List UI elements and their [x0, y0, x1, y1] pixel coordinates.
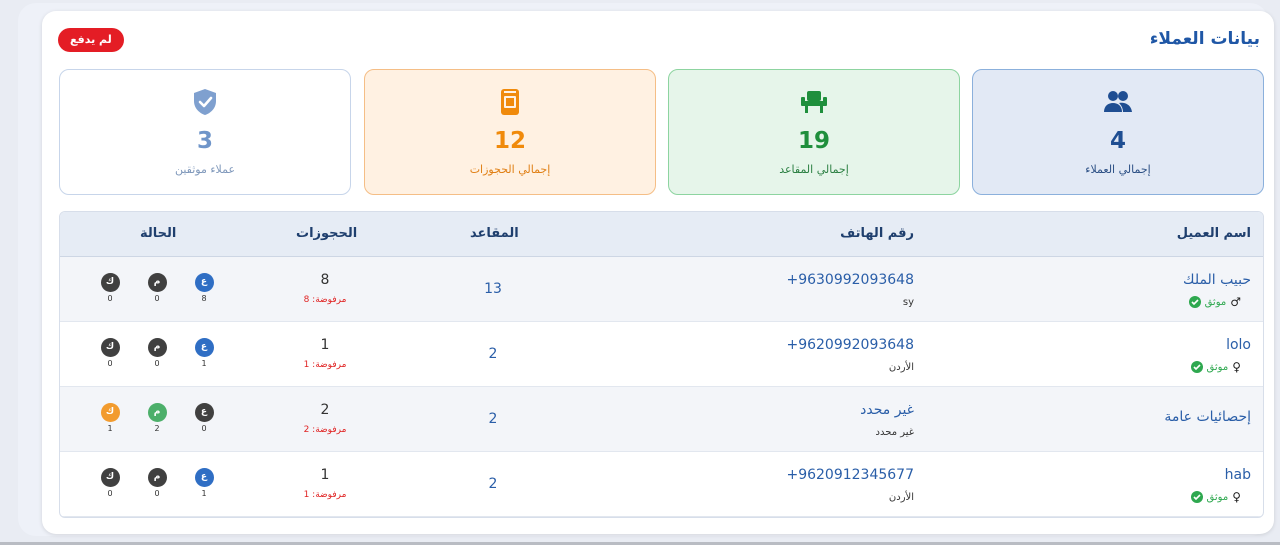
verified-check-icon — [1190, 361, 1203, 373]
bookings-count: 1 — [320, 337, 330, 353]
status-active[interactable]: ع1 — [192, 338, 216, 368]
gender-icon: ♂ — [1230, 295, 1241, 309]
rejected-count: مرفوضة: 2 — [303, 425, 347, 435]
verified-label: موثق — [1204, 296, 1227, 308]
customers-card: بيانات العملاء لم يدفع 4 إجمالي العملاء … — [42, 11, 1274, 534]
gender-icon: ♀ — [1232, 490, 1241, 504]
customer-country: غير محدد — [875, 427, 914, 438]
table-header: اسم العميل رقم الهاتف المقاعد الحجوزات ا… — [60, 212, 1263, 257]
customer-meta: موثق ♀ — [1190, 490, 1251, 504]
rejected-count: مرفوضة: 1 — [303, 360, 347, 370]
shield-check-icon — [60, 86, 350, 118]
stat-value: 19 — [797, 128, 830, 154]
customer-name[interactable]: حبيب الملك — [1183, 272, 1251, 288]
status-active[interactable]: ع1 — [192, 468, 216, 498]
table-row[interactable]: lolo موثق ♀ +9620992093648 الأردن 2 1 مر… — [60, 322, 1263, 387]
status-cancelled[interactable]: ك1 — [98, 403, 122, 433]
customer-name[interactable]: lolo — [1226, 337, 1251, 353]
stat-total-customers: 4 إجمالي العملاء — [972, 69, 1264, 195]
page-frame: بيانات العملاء لم يدفع 4 إجمالي العملاء … — [18, 3, 1274, 536]
status-active[interactable]: ع0 — [192, 403, 216, 433]
verified-check-icon — [1190, 491, 1203, 503]
table-row[interactable]: hab موثق ♀ +9620912345677 الأردن 2 1 مرف… — [60, 452, 1263, 517]
stat-label: عملاء موثقين — [174, 163, 236, 176]
stat-verified-customers: 3 عملاء موثقين — [59, 69, 351, 195]
seats-count[interactable]: 2 — [460, 346, 526, 362]
column-header-status[interactable]: الحالة — [140, 226, 176, 241]
table-row[interactable]: إحصائيات عامة غير محدد غير محدد 2 2 مرفو… — [60, 387, 1263, 452]
bookings-count: 2 — [320, 402, 330, 418]
customer-phone[interactable]: +9630992093648 — [786, 272, 914, 288]
column-header-name[interactable]: اسم العميل — [1177, 226, 1251, 241]
rejected-count: مرفوضة: 1 — [303, 490, 347, 500]
stat-value: 12 — [493, 128, 526, 154]
status-pending[interactable]: م0 — [145, 468, 169, 498]
seats-count[interactable]: 2 — [460, 476, 526, 492]
column-header-seats[interactable]: المقاعد — [470, 226, 519, 241]
unpaid-badge[interactable]: لم يدفع — [58, 28, 124, 52]
seat-icon — [669, 86, 959, 118]
column-header-bookings[interactable]: الحجوزات — [296, 226, 357, 241]
stat-total-bookings: 12 إجمالي الحجوزات — [364, 69, 656, 195]
stat-total-seats: 19 إجمالي المقاعد — [668, 69, 960, 195]
status-cancelled[interactable]: ك0 — [98, 273, 122, 303]
page-title: بيانات العملاء — [1149, 29, 1260, 49]
table-row[interactable]: حبيب الملك موثق ♂ +9630992093648 sy 13 8… — [60, 257, 1263, 322]
status-cancelled[interactable]: ك0 — [98, 338, 122, 368]
status-pending[interactable]: م2 — [145, 403, 169, 433]
verified-check-icon — [1188, 296, 1201, 308]
stat-value: 4 — [1109, 128, 1126, 154]
stat-value: 3 — [196, 128, 213, 154]
customer-country: الأردن — [888, 492, 914, 503]
bookings-count: 8 — [320, 272, 330, 288]
stat-label: إجمالي الحجوزات — [469, 163, 551, 176]
rejected-count: مرفوضة: 8 — [303, 295, 347, 305]
users-icon — [973, 86, 1263, 118]
status-pending[interactable]: م0 — [145, 338, 169, 368]
customers-table: اسم العميل رقم الهاتف المقاعد الحجوزات ا… — [59, 211, 1264, 518]
column-header-phone[interactable]: رقم الهاتف — [840, 226, 914, 241]
status-active[interactable]: ع8 — [192, 273, 216, 303]
seats-count[interactable]: 2 — [460, 411, 526, 427]
bookings-count: 1 — [320, 467, 330, 483]
customer-name[interactable]: إحصائيات عامة — [1164, 409, 1251, 425]
customer-phone[interactable]: +9620912345677 — [786, 467, 914, 483]
status-cancelled[interactable]: ك0 — [98, 468, 122, 498]
stat-label: إجمالي العملاء — [1085, 163, 1151, 176]
customer-meta: موثق ♀ — [1190, 360, 1251, 374]
customer-country: الأردن — [888, 362, 914, 373]
ticket-icon — [365, 86, 655, 118]
customer-phone[interactable]: +9620992093648 — [786, 337, 914, 353]
verified-label: موثق — [1206, 361, 1229, 373]
verified-label: موثق — [1206, 491, 1229, 503]
seats-count[interactable]: 13 — [460, 281, 526, 297]
gender-icon: ♀ — [1232, 360, 1241, 374]
customer-name[interactable]: hab — [1225, 467, 1251, 483]
customer-country: sy — [902, 297, 914, 308]
customer-phone: غير محدد — [860, 402, 914, 418]
customer-meta: موثق ♂ — [1188, 295, 1251, 309]
stat-label: إجمالي المقاعد — [779, 163, 849, 176]
status-pending[interactable]: م0 — [145, 273, 169, 303]
